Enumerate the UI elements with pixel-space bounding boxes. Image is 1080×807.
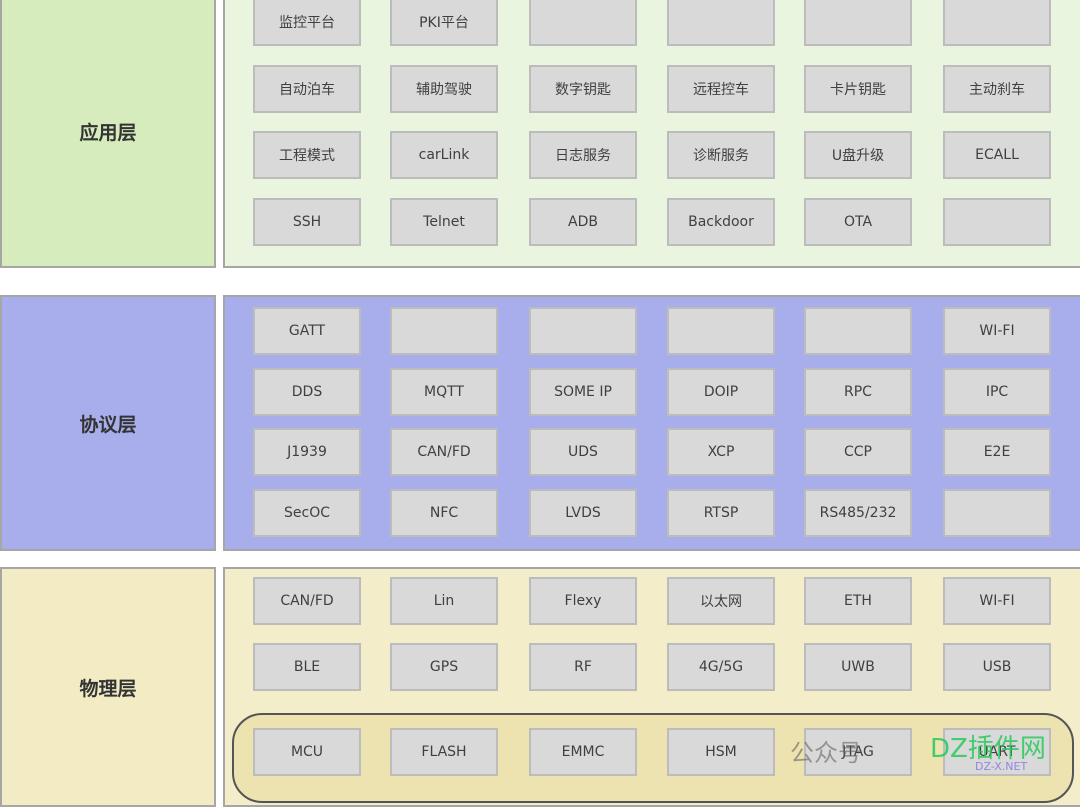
component-cell: RF	[529, 643, 637, 691]
component-cell: 以太网	[667, 577, 775, 625]
component-cell: 4G/5G	[667, 643, 775, 691]
component-cell: XCP	[667, 428, 775, 476]
component-cell: MCU	[253, 728, 361, 776]
component-cell: EMMC	[529, 728, 637, 776]
layer-label: 协议层	[79, 413, 137, 436]
component-cell	[804, 0, 912, 46]
layer-label: 应用层	[79, 121, 137, 144]
component-cell: Backdoor	[667, 198, 775, 246]
component-cell: 工程模式	[253, 131, 361, 179]
component-cell	[390, 307, 498, 355]
component-cell: CAN/FD	[390, 428, 498, 476]
component-cell: ECALL	[943, 131, 1051, 179]
component-cell: 监控平台	[253, 0, 361, 46]
component-cell: NFC	[390, 489, 498, 537]
component-cell: Lin	[390, 577, 498, 625]
component-cell: UDS	[529, 428, 637, 476]
component-cell: BLE	[253, 643, 361, 691]
component-cell: PKI平台	[390, 0, 498, 46]
component-cell: SecOC	[253, 489, 361, 537]
component-cell: 数字钥匙	[529, 65, 637, 113]
component-cell: Flexy	[529, 577, 637, 625]
component-cell: DOIP	[667, 368, 775, 416]
component-cell: CAN/FD	[253, 577, 361, 625]
component-cell: U盘升级	[804, 131, 912, 179]
component-cell: GPS	[390, 643, 498, 691]
component-cell	[804, 307, 912, 355]
component-cell: IPC	[943, 368, 1051, 416]
component-cell: FLASH	[390, 728, 498, 776]
component-cell	[943, 198, 1051, 246]
component-cell: WI-FI	[943, 307, 1051, 355]
component-cell: SOME IP	[529, 368, 637, 416]
component-cell: E2E	[943, 428, 1051, 476]
component-cell: 卡片钥匙	[804, 65, 912, 113]
component-cell	[943, 489, 1051, 537]
component-cell: WI-FI	[943, 577, 1051, 625]
component-cell: OTA	[804, 198, 912, 246]
component-cell: UWB	[804, 643, 912, 691]
component-cell: 主动刹车	[943, 65, 1051, 113]
component-cell: Telnet	[390, 198, 498, 246]
component-cell: carLink	[390, 131, 498, 179]
component-cell: 日志服务	[529, 131, 637, 179]
component-cell: GATT	[253, 307, 361, 355]
component-cell	[667, 307, 775, 355]
component-cell: HSM	[667, 728, 775, 776]
component-cell: J1939	[253, 428, 361, 476]
watermark-url: DZ-X.NET	[975, 760, 1028, 773]
component-cell	[529, 0, 637, 46]
layer-label: 物理层	[79, 677, 137, 700]
component-cell: LVDS	[529, 489, 637, 537]
component-cell: 辅助驾驶	[390, 65, 498, 113]
component-cell	[667, 0, 775, 46]
component-cell: USB	[943, 643, 1051, 691]
component-cell: RTSP	[667, 489, 775, 537]
component-cell	[943, 0, 1051, 46]
component-cell: RS485/232	[804, 489, 912, 537]
component-cell	[529, 307, 637, 355]
component-cell: 自动泊车	[253, 65, 361, 113]
component-cell: CCP	[804, 428, 912, 476]
component-cell: ETH	[804, 577, 912, 625]
component-cell: SSH	[253, 198, 361, 246]
watermark-text: 公众号	[790, 739, 862, 767]
component-cell: ADB	[529, 198, 637, 246]
component-cell: RPC	[804, 368, 912, 416]
component-cell: MQTT	[390, 368, 498, 416]
component-cell: 诊断服务	[667, 131, 775, 179]
component-cell: 远程控车	[667, 65, 775, 113]
component-cell: DDS	[253, 368, 361, 416]
